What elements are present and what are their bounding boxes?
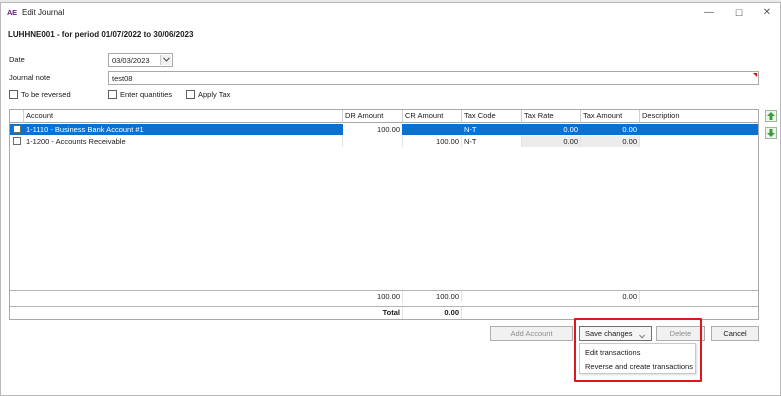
chevron-down-icon[interactable] bbox=[160, 55, 171, 65]
tax-amount-cell: 0.00 bbox=[581, 124, 640, 135]
cr-amount-cell[interactable] bbox=[403, 124, 462, 135]
cr-amount-cell[interactable]: 100.00 bbox=[403, 136, 462, 147]
page-title: LUHHNE001 - for period 01/07/2022 to 30/… bbox=[8, 30, 194, 39]
table-row[interactable]: 1-1110 - Business Bank Account #1 100.00… bbox=[10, 124, 758, 135]
annotation-highlight-box bbox=[574, 318, 702, 382]
column-header-tax-amount[interactable]: Tax Amount bbox=[581, 110, 640, 123]
column-header-account[interactable]: Account bbox=[24, 110, 343, 123]
total-dr-amount: 100.00 bbox=[343, 291, 403, 303]
date-value: 03/03/2023 bbox=[112, 56, 150, 65]
column-header-tax-rate[interactable]: Tax Rate bbox=[522, 110, 581, 123]
close-icon[interactable]: ✕ bbox=[759, 6, 775, 20]
to-be-reversed-label: To be reversed bbox=[21, 90, 71, 99]
column-header-select bbox=[10, 110, 24, 123]
total-cr-amount: 100.00 bbox=[403, 291, 462, 303]
totals-row: 100.00 100.00 0.00 bbox=[10, 290, 758, 303]
total-tax-amount: 0.00 bbox=[581, 291, 640, 303]
tax-amount-cell: 0.00 bbox=[581, 136, 640, 147]
tax-code-cell[interactable]: N-T bbox=[462, 136, 522, 147]
apply-tax-label: Apply Tax bbox=[198, 90, 231, 99]
column-header-cr-amount[interactable]: CR Amount bbox=[403, 110, 462, 123]
enter-quantities-label: Enter quantities bbox=[120, 90, 173, 99]
maximize-icon[interactable]: ☐ bbox=[731, 6, 747, 20]
row-checkbox[interactable] bbox=[13, 137, 21, 145]
account-cell[interactable]: 1-1200 - Accounts Receivable bbox=[24, 136, 343, 147]
table-row[interactable]: 1-1200 - Accounts Receivable 100.00 N-T … bbox=[10, 136, 758, 147]
tax-rate-cell: 0.00 bbox=[522, 124, 581, 135]
add-account-button[interactable]: Add Account bbox=[490, 326, 573, 341]
account-cell[interactable]: 1-1110 - Business Bank Account #1 bbox=[24, 124, 343, 135]
edit-journal-window: AE Edit Journal — ☐ ✕ LUHHNE001 - for pe… bbox=[0, 2, 781, 396]
journal-lines-grid: Account DR Amount CR Amount Tax Code Tax… bbox=[9, 109, 759, 320]
description-cell[interactable] bbox=[640, 136, 758, 147]
journal-note-label: Journal note bbox=[9, 73, 51, 82]
cancel-button[interactable]: Cancel bbox=[711, 326, 759, 341]
journal-note-field[interactable]: test08 bbox=[108, 71, 759, 85]
journal-note-value: test08 bbox=[112, 74, 133, 83]
column-header-description[interactable]: Description bbox=[640, 110, 758, 123]
column-header-dr-amount[interactable]: DR Amount bbox=[343, 110, 403, 123]
move-up-arrow-icon[interactable] bbox=[765, 110, 777, 122]
tax-code-cell[interactable]: N-T bbox=[462, 124, 522, 135]
app-logo-icon: AE bbox=[7, 8, 17, 17]
window-title: Edit Journal bbox=[22, 8, 65, 17]
to-be-reversed-checkbox[interactable] bbox=[9, 90, 18, 99]
dr-amount-cell[interactable]: 100.00 bbox=[343, 124, 403, 135]
total-label: Total bbox=[343, 307, 403, 319]
date-label: Date bbox=[9, 55, 25, 64]
tax-rate-cell: 0.00 bbox=[522, 136, 581, 147]
description-cell[interactable] bbox=[640, 124, 758, 135]
column-header-tax-code[interactable]: Tax Code bbox=[462, 110, 522, 123]
dr-amount-cell[interactable] bbox=[343, 136, 403, 147]
apply-tax-checkbox[interactable] bbox=[186, 90, 195, 99]
balance-value: 0.00 bbox=[403, 307, 462, 319]
row-checkbox[interactable] bbox=[13, 125, 21, 133]
move-down-arrow-icon[interactable] bbox=[765, 127, 777, 139]
date-field[interactable]: 03/03/2023 bbox=[108, 53, 173, 67]
minimize-icon[interactable]: — bbox=[701, 6, 717, 20]
title-bar: AE Edit Journal — ☐ ✕ bbox=[1, 3, 780, 23]
enter-quantities-checkbox[interactable] bbox=[108, 90, 117, 99]
balance-row: Total 0.00 bbox=[10, 306, 758, 319]
required-flag-icon bbox=[753, 73, 757, 77]
